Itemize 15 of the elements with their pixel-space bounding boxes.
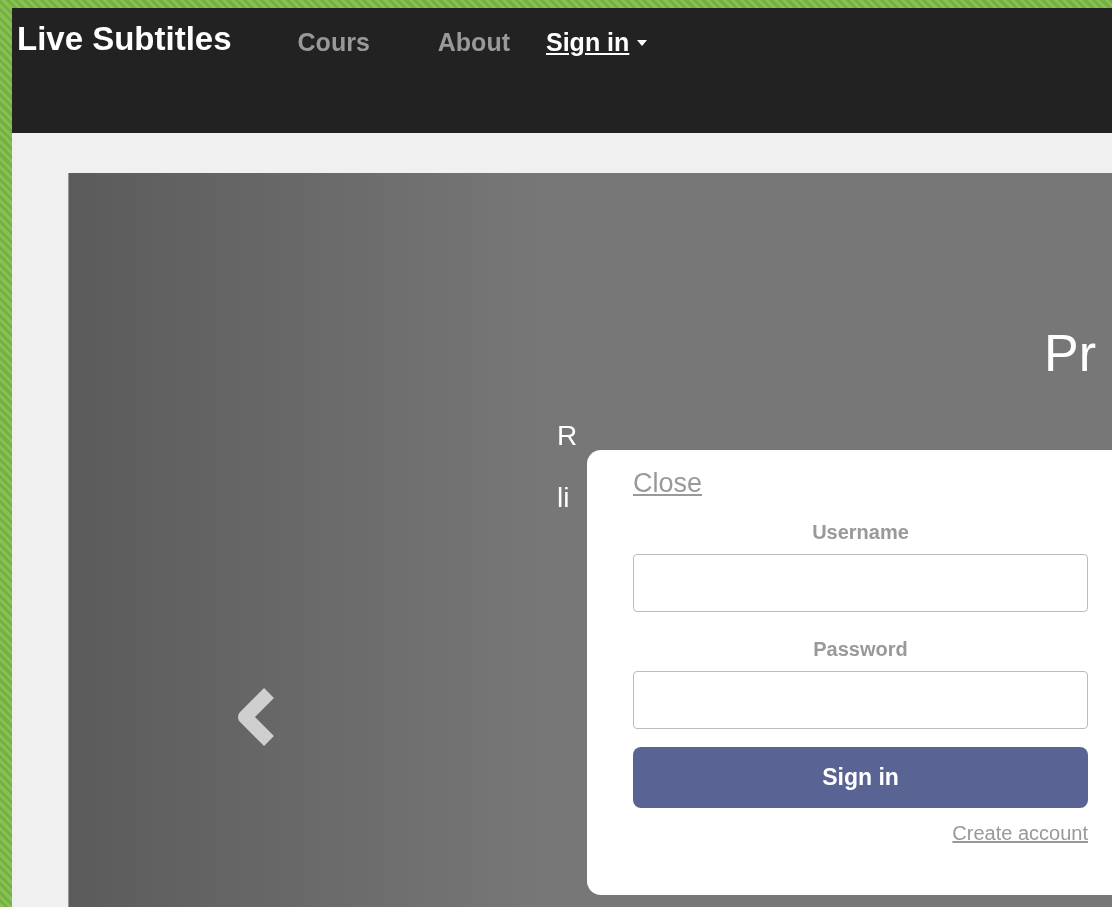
input-field[interactable] — [633, 671, 1088, 729]
nav-link[interactable]: Sign in — [546, 28, 648, 57]
slide-heading: Pr — [1044, 323, 1097, 383]
nav-link[interactable]: About — [437, 28, 510, 57]
field-label: Username — [811, 521, 910, 544]
input-field[interactable] — [633, 554, 1088, 612]
sign-in-button[interactable]: Sign in — [633, 747, 1088, 808]
slide-caption: R — [557, 420, 578, 451]
create-account-link[interactable]: Create account — [633, 822, 1088, 845]
brand-title: Live Subtitles — [17, 20, 232, 58]
caret-icon — [637, 39, 648, 46]
field-label: Password — [812, 638, 909, 661]
close-link[interactable]: Close — [633, 468, 703, 499]
nav-link[interactable]: Cours — [297, 28, 370, 57]
slide-caption: li — [557, 482, 570, 513]
